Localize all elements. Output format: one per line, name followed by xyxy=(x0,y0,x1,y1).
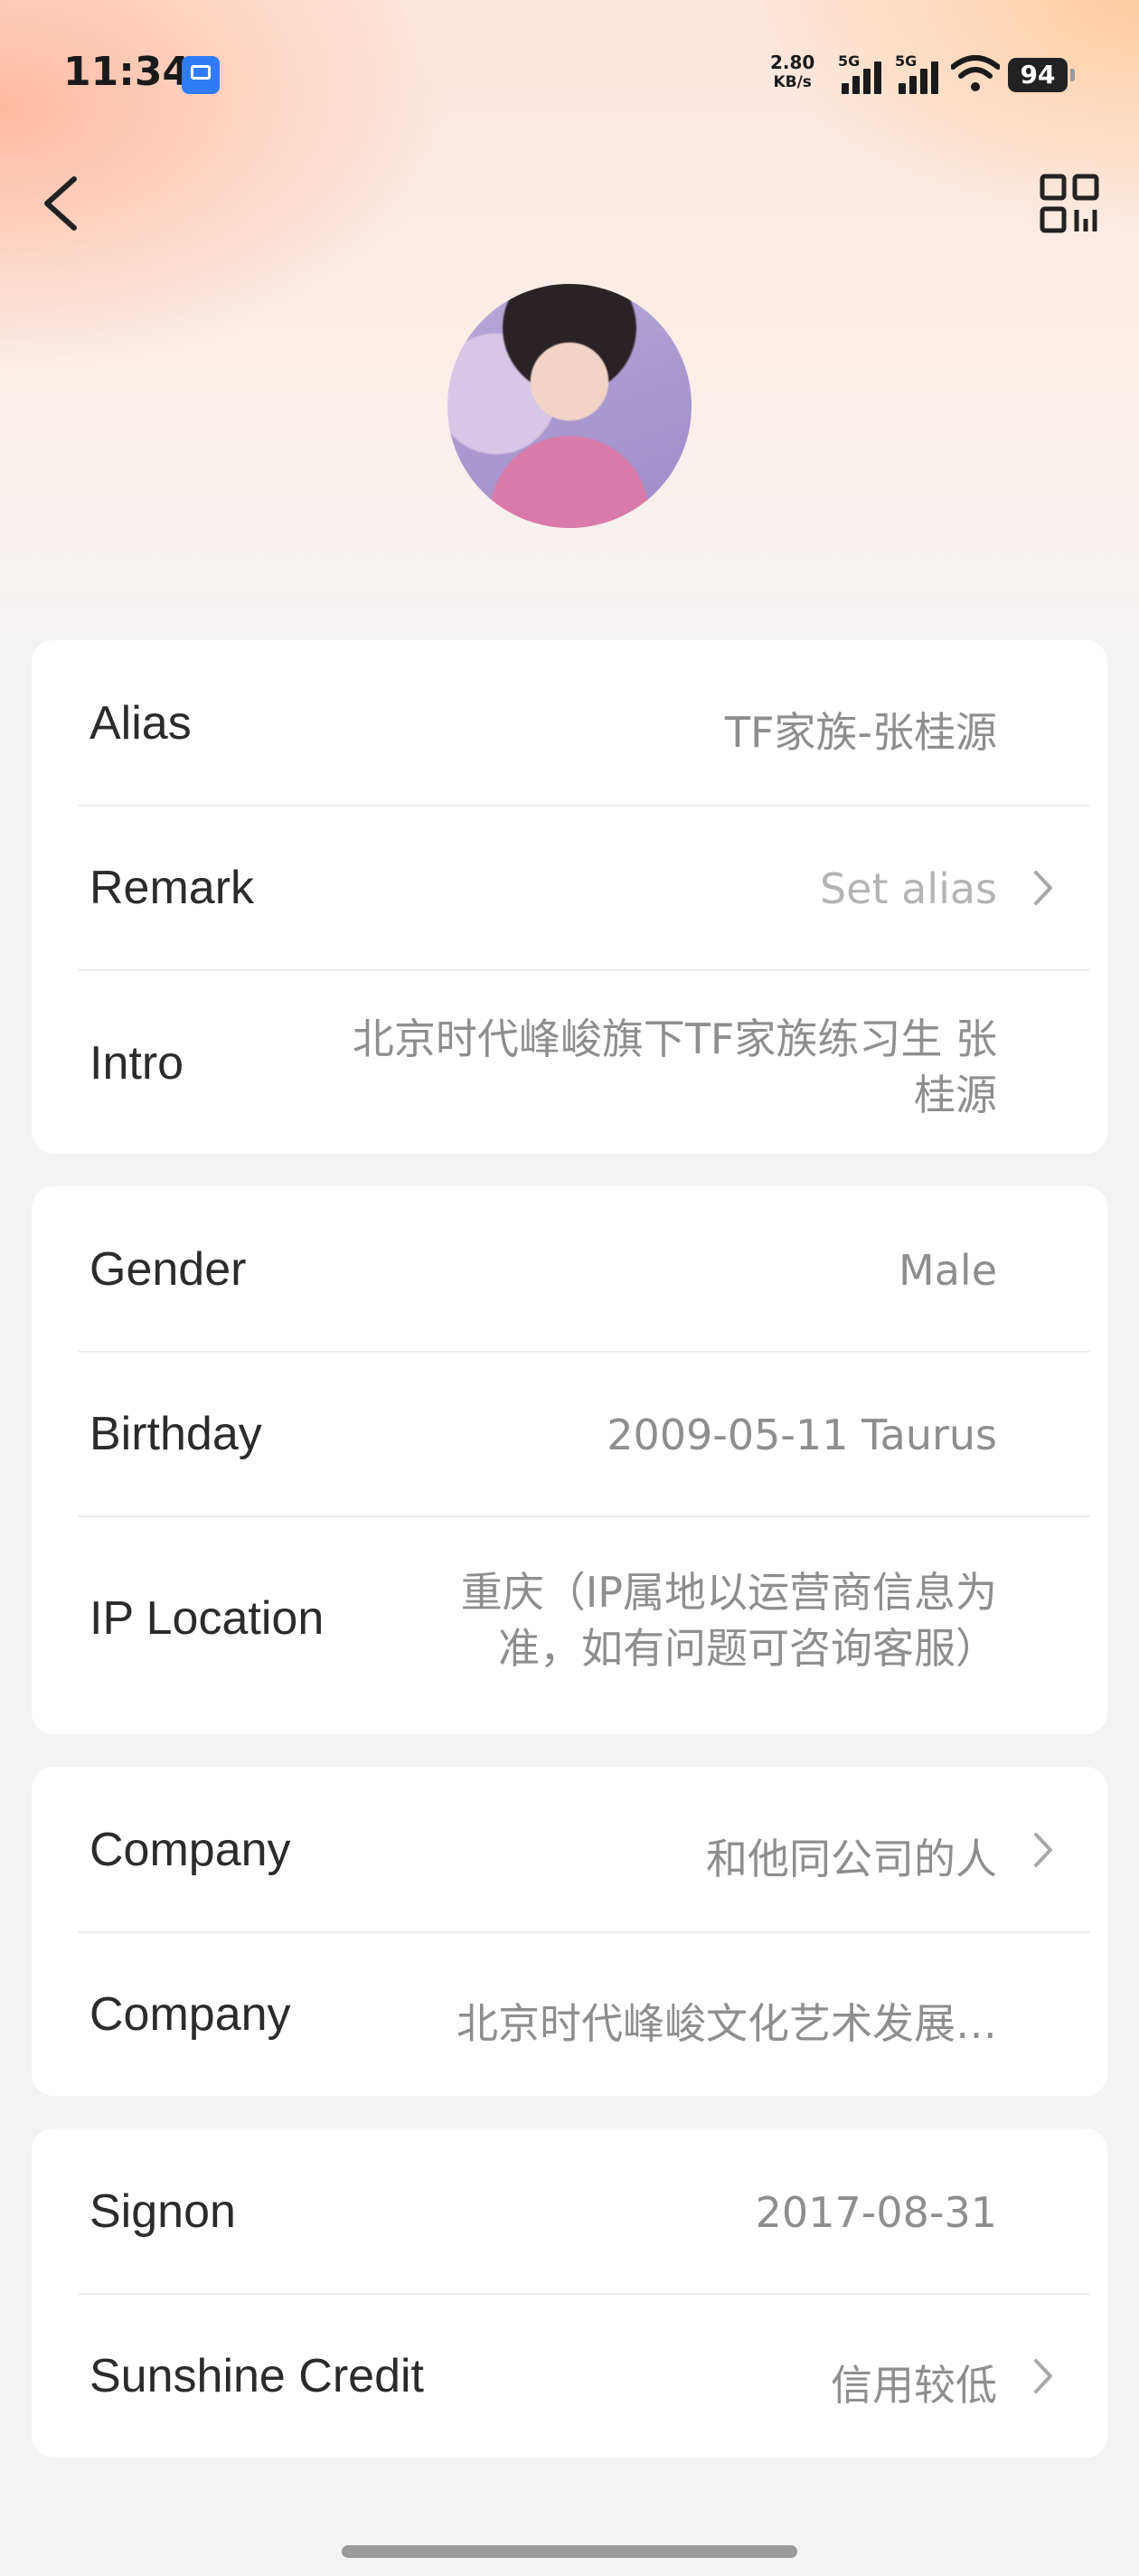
ip-location-row: IP Location 重庆（IP属地以运营商信息为 准，如有问题可咨询客服） xyxy=(32,1517,1107,1734)
network-speed-value: 2.80 xyxy=(770,52,815,73)
intro-label: Intro xyxy=(89,1037,184,1090)
network-speed: 2.80 KB/s xyxy=(770,52,814,92)
chevron-right-icon xyxy=(1034,2359,1052,2393)
intro-row: Intro 北京时代峰峻旗下TF家族练习生 张 桂源 xyxy=(32,971,1107,1154)
company-label: Company xyxy=(89,1824,291,1876)
sim1-label: 5G xyxy=(838,52,861,70)
signon-value: 2017-08-31 xyxy=(755,2188,997,2237)
company-label: Company xyxy=(89,1988,291,2041)
company-name-value: 北京时代峰峻文化艺术发展… xyxy=(457,1999,997,2048)
battery-icon: 94 xyxy=(1008,58,1075,92)
wifi-icon xyxy=(951,55,1000,91)
profile-avatar[interactable] xyxy=(447,284,692,528)
company-colleagues-row[interactable]: Company 和他同公司的人 xyxy=(32,1767,1107,1931)
gender-row: Gender Male xyxy=(32,1186,1107,1351)
home-indicator[interactable] xyxy=(342,2545,797,2558)
signal-sim2-icon: 5G xyxy=(895,52,946,94)
remark-value: Set alias xyxy=(819,864,997,913)
chevron-right-icon xyxy=(1034,1833,1052,1867)
birthday-value: 2009-05-11 Taurus xyxy=(607,1411,997,1459)
company-colleagues-value: 和他同公司的人 xyxy=(706,1835,997,1883)
gender-value: Male xyxy=(899,1246,997,1295)
company-name-row: Company 北京时代峰峻文化艺术发展… xyxy=(32,1933,1107,2096)
status-bar: 11:34 2.80 KB/s 5G 5G 94 xyxy=(0,0,1139,154)
screen-recorder-icon xyxy=(182,56,220,94)
signon-label: Signon xyxy=(89,2185,236,2238)
birthday-row: Birthday 2009-05-11 Taurus xyxy=(32,1353,1107,1515)
company-card: Company 和他同公司的人 Company 北京时代峰峻文化艺术发展… xyxy=(32,1767,1107,2096)
remark-label: Remark xyxy=(89,862,255,914)
sunshine-credit-value: 信用较低 xyxy=(831,2361,997,2410)
remark-row[interactable]: Remark Set alias xyxy=(32,807,1107,969)
sunshine-credit-label: Sunshine Credit xyxy=(89,2350,424,2402)
alias-value: TF家族-张桂源 xyxy=(724,708,997,757)
signal-sim1-icon: 5G xyxy=(838,52,889,94)
account-card: Signon 2017-08-31 Sunshine Credit 信用较低 xyxy=(32,2128,1107,2458)
personal-info-card: Gender Male Birthday 2009-05-11 Taurus I… xyxy=(32,1186,1107,1734)
sim2-label: 5G xyxy=(895,52,918,70)
qr-code-button[interactable] xyxy=(1038,172,1101,235)
basic-info-card: Alias TF家族-张桂源 Remark Set alias Intro 北京… xyxy=(32,640,1107,1154)
ip-location-line2: 准，如有问题可咨询客服） xyxy=(498,1624,997,1673)
chevron-right-icon xyxy=(1034,871,1052,905)
ip-location-label: IP Location xyxy=(89,1592,325,1645)
gender-label: Gender xyxy=(89,1243,247,1296)
ip-location-value: 重庆（IP属地以运营商信息为 准，如有问题可咨询客服） xyxy=(461,1564,997,1676)
alias-label: Alias xyxy=(89,697,192,750)
back-button[interactable] xyxy=(36,172,90,235)
intro-value-line1: 北京时代峰峻旗下TF家族练习生 张 xyxy=(352,1014,997,1063)
intro-value: 北京时代峰峻旗下TF家族练习生 张 桂源 xyxy=(353,1011,997,1123)
signon-row: Signon 2017-08-31 xyxy=(32,2128,1107,2293)
status-time: 11:34 xyxy=(63,49,191,95)
birthday-label: Birthday xyxy=(89,1408,262,1460)
alias-row: Alias TF家族-张桂源 xyxy=(32,640,1107,805)
sunshine-credit-row[interactable]: Sunshine Credit 信用较低 xyxy=(32,2295,1107,2458)
intro-value-line2: 桂源 xyxy=(914,1071,997,1119)
network-speed-unit: KB/s xyxy=(773,73,812,91)
ip-location-line1: 重庆（IP属地以运营商信息为 xyxy=(460,1568,997,1617)
